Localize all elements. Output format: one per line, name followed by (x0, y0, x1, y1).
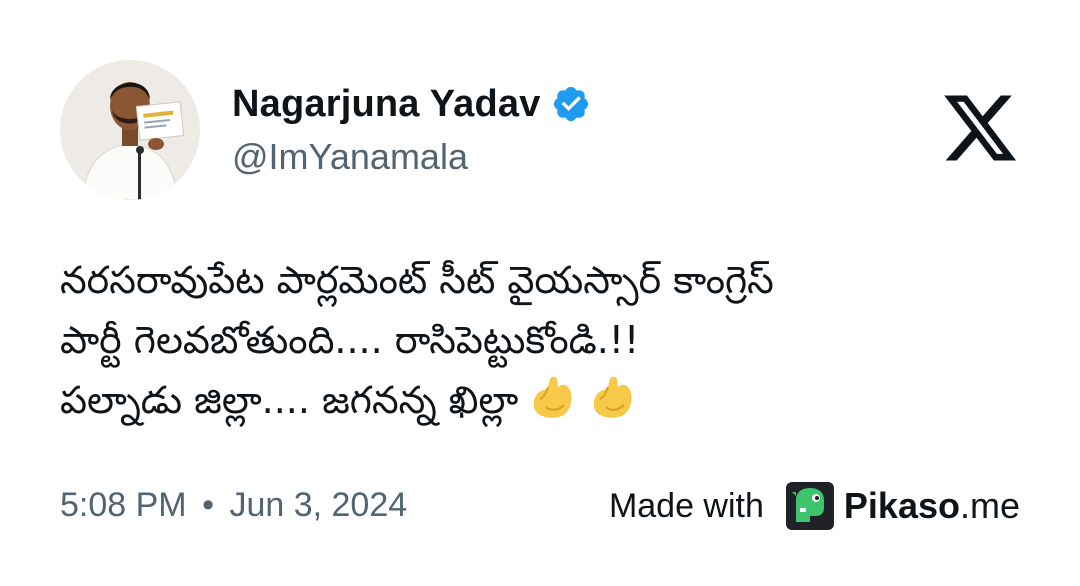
pikaso-brand-suffix: .me (959, 485, 1020, 526)
tweet-line-2: పార్టీ గెలవబోతుంది.... రాసిపెట్టుకోండి.!… (60, 318, 640, 362)
timestamp-separator: • (202, 486, 214, 524)
pikaso-logo-icon (785, 482, 834, 530)
tweet-text: నరసరావుపేట పార్లమెంట్ సీట్ వైయస్సార్ కాం… (60, 250, 1020, 430)
tweet-date: Jun 3, 2024 (229, 486, 408, 524)
pikaso-brand: Pikaso.me (844, 485, 1020, 527)
author-handle[interactable]: @ImYanamala (232, 136, 468, 178)
author-display-name[interactable]: Nagarjuna Yadav (232, 83, 541, 126)
pikaso-brand-name: Pikaso (843, 485, 960, 526)
x-logo-icon[interactable] (940, 88, 1020, 168)
flexed-biceps-emoji (526, 371, 578, 423)
made-with-label: Made with (608, 486, 764, 525)
tweet-card: Nagarjuna Yadav @ImYanamala నరసరావుపేట ప… (0, 0, 1080, 586)
tweet-line-3: పల్నాడు జిల్లా.... జగనన్న ఖిల్లా (60, 378, 519, 422)
flexed-biceps-emoji (586, 371, 638, 423)
tweet-time: 5:08 PM (60, 486, 187, 524)
avatar[interactable] (60, 60, 200, 200)
tweet-line-3-wrap: పల్నాడు జిల్లా.... జగనన్న ఖిల్లా (60, 370, 1020, 430)
pikaso-watermark[interactable]: Made with Pikaso.me (609, 478, 1020, 534)
tweet-timestamp[interactable]: 5:08 PM • Jun 3, 2024 (60, 486, 407, 525)
tweet-line-1: నరసరావుపేట పార్లమెంట్ సీట్ వైయస్సార్ కాం… (60, 258, 774, 302)
author-name-row: Nagarjuna Yadav (232, 78, 591, 130)
verified-badge-icon (551, 84, 591, 124)
